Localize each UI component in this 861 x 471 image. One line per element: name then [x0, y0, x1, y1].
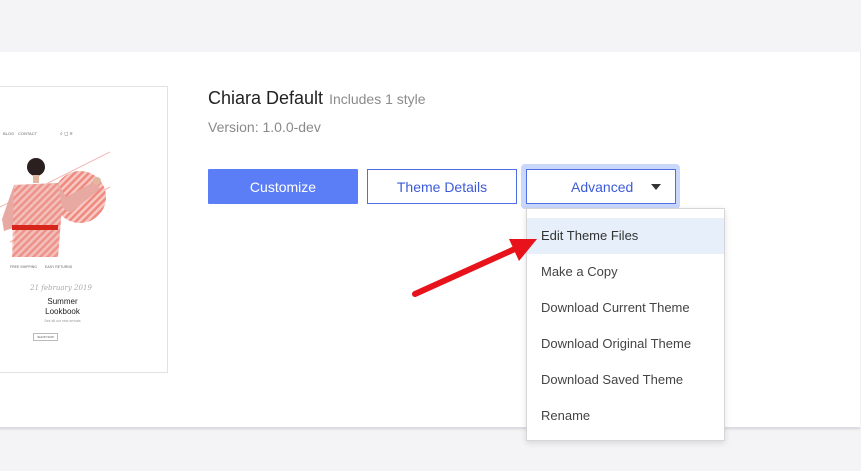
theme-name: Chiara Default [208, 88, 324, 108]
customize-button[interactable]: Customize [208, 169, 358, 204]
preview-cta: SHOP NOW [33, 333, 58, 341]
menu-item-make-a-copy[interactable]: Make a Copy [527, 254, 724, 290]
preview-nav-link: CONTACT [18, 131, 38, 136]
caret-down-icon [651, 184, 661, 190]
menu-item-rename[interactable]: Rename [527, 398, 724, 434]
preview-nav: BLOG CONTACT ⌕ ◻ ≡ [0, 131, 167, 139]
theme-version: Version: 1.0.0-dev [208, 119, 321, 135]
advanced-dropdown-menu: Edit Theme Files Make a Copy Download Cu… [526, 208, 725, 441]
menu-item-edit-theme-files[interactable]: Edit Theme Files [527, 218, 724, 254]
annotation-arrow-icon [412, 239, 537, 297]
menu-item-download-current-theme[interactable]: Download Current Theme [527, 290, 724, 326]
preview-icons: ⌕ ◻ ≡ [60, 131, 73, 137]
menu-item-download-original-theme[interactable]: Download Original Theme [527, 326, 724, 362]
theme-style-note: Includes 1 style [329, 91, 426, 107]
preview-feature: FREE SHIPPING [10, 265, 38, 269]
preview-hero-image [0, 151, 110, 257]
menu-item-download-saved-theme[interactable]: Download Saved Theme [527, 362, 724, 398]
advanced-dropdown-button[interactable]: Advanced [526, 169, 676, 204]
preview-nav-link: BLOG [3, 131, 15, 136]
preview-headline: Summer Lookbook [45, 297, 80, 316]
preview-script-text: 21 february 2019 [30, 284, 92, 292]
preview-feature: EASY RETURNS [45, 265, 73, 269]
advanced-button-label: Advanced [571, 178, 634, 195]
theme-details-button[interactable]: Theme Details [367, 169, 517, 204]
theme-title: Chiara Default Includes 1 style [208, 88, 426, 109]
theme-preview-thumbnail[interactable]: BLOG CONTACT ⌕ ◻ ≡ FREE SHIPPING EASY RE… [0, 86, 168, 373]
preview-subline: See all our new arrivals [44, 319, 81, 323]
top-bar [0, 0, 861, 53]
